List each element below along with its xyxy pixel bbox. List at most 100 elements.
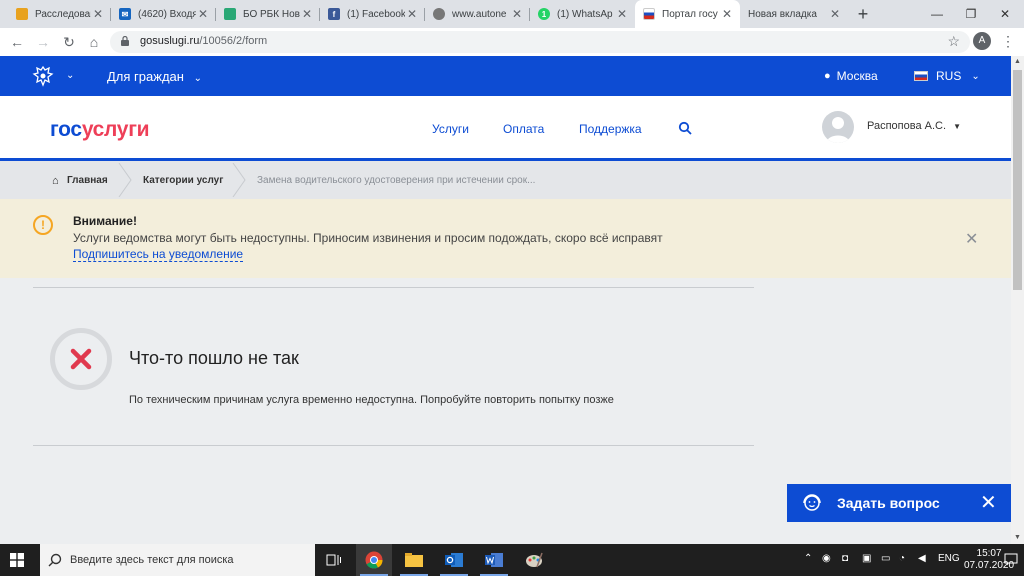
- divider: [33, 445, 754, 446]
- address-bar[interactable]: gosuslugi.ru/10056/2/form ☆: [110, 31, 970, 53]
- site-header: госуслуги Услуги Оплата Поддержка Распоп…: [0, 96, 1011, 161]
- coat-of-arms-icon[interactable]: [32, 65, 54, 87]
- url-text: gosuslugi.ru/10056/2/form: [140, 35, 267, 47]
- tray-battery-icon[interactable]: ▭: [881, 553, 890, 564]
- tab-close-icon[interactable]: ✕: [300, 7, 314, 21]
- home-icon[interactable]: ⌂: [84, 32, 104, 52]
- tab-close-icon[interactable]: ✕: [405, 7, 419, 21]
- tab-title: Новая вкладка: [748, 8, 817, 20]
- tab-title: Расследован: [35, 8, 91, 20]
- browser-tab[interactable]: ✉ (4620) Входя ✕: [111, 0, 216, 28]
- mail-favicon-icon: ✉: [119, 8, 131, 20]
- breadcrumb-home[interactable]: Главная: [67, 175, 108, 186]
- windows-taskbar: Введите здесь текст для поиска ⌃ ◉ ◘ ▣ ▭…: [0, 544, 1024, 576]
- user-menu[interactable]: Распопова А.С. ▼: [867, 120, 961, 132]
- taskbar-search[interactable]: Введите здесь текст для поиска: [40, 544, 315, 576]
- gosuslugi-logo[interactable]: госуслуги: [50, 118, 150, 142]
- url-path: /10056/2/form: [199, 35, 268, 47]
- user-avatar[interactable]: [822, 111, 854, 143]
- tab-close-icon[interactable]: ✕: [91, 7, 105, 21]
- ask-question-widget[interactable]: Задать вопрос ✕: [787, 484, 1011, 522]
- paint-icon[interactable]: [516, 544, 552, 576]
- caret-down-icon: ▼: [953, 122, 962, 131]
- search-icon: [48, 553, 62, 567]
- page-scrollbar[interactable]: ▲ ▼: [1011, 56, 1024, 544]
- city-selector[interactable]: ● Москва: [824, 69, 878, 83]
- tray-chevron-up-icon[interactable]: ⌃: [804, 553, 812, 564]
- reload-icon[interactable]: ↻: [59, 32, 79, 52]
- username-label: Распопова А.С.: [867, 120, 947, 132]
- bookmark-star-icon[interactable]: ☆: [947, 33, 960, 50]
- scroll-thumb[interactable]: [1013, 70, 1022, 290]
- minimize-icon[interactable]: —: [920, 0, 954, 28]
- menu-kebab-icon[interactable]: ⋮: [1001, 32, 1015, 52]
- warning-alert: ! Внимание! Услуги ведомства могут быть …: [0, 199, 1011, 278]
- divider: [33, 287, 754, 288]
- tray-volume-icon[interactable]: ◀: [918, 553, 926, 564]
- input-language[interactable]: ENG: [938, 553, 960, 564]
- error-title: Что-то пошло не так: [129, 348, 299, 368]
- russia-flag-favicon-icon: [643, 8, 655, 20]
- tab-title: Портал госу: [662, 8, 718, 20]
- taskbar-search-placeholder: Введите здесь текст для поиска: [70, 554, 234, 566]
- back-arrow-icon[interactable]: ←: [7, 32, 27, 52]
- subscribe-link[interactable]: Подпишитесь на уведомление: [73, 247, 244, 262]
- search-icon[interactable]: [678, 121, 692, 135]
- url-host: gosuslugi.ru: [140, 35, 200, 47]
- close-icon[interactable]: ✕: [980, 490, 997, 515]
- tab-close-icon[interactable]: ✕: [615, 7, 629, 21]
- profile-avatar[interactable]: A: [973, 32, 991, 50]
- browser-tab[interactable]: f (1) Facebook ✕: [320, 0, 425, 28]
- browser-toolbar: ← → ↻ ⌂ gosuslugi.ru/10056/2/form ☆: [0, 28, 1024, 56]
- breadcrumb-categories[interactable]: Категории услуг: [143, 175, 223, 186]
- windows-start-icon[interactable]: [10, 553, 24, 567]
- facebook-favicon-icon: f: [328, 8, 340, 20]
- menu-item-services[interactable]: Услуги: [432, 122, 469, 136]
- file-explorer-icon[interactable]: [396, 544, 432, 576]
- tab-title: (1) Facebook: [347, 8, 405, 20]
- tray-app-icon[interactable]: ◘: [842, 553, 848, 564]
- tray-app-icon[interactable]: ▣: [862, 553, 871, 564]
- scroll-up-arrow-icon[interactable]: ▲: [1011, 56, 1024, 68]
- breadcrumb-separator: [118, 163, 132, 197]
- close-icon[interactable]: ✕: [965, 229, 978, 249]
- forward-arrow-icon[interactable]: →: [33, 32, 53, 52]
- tab-close-icon[interactable]: ✕: [510, 7, 524, 21]
- close-window-icon[interactable]: ✕: [988, 0, 1022, 28]
- tray-skype-icon[interactable]: ◉: [822, 553, 831, 564]
- task-view-icon[interactable]: [316, 544, 352, 576]
- language-label: RUS: [936, 69, 962, 83]
- warning-icon: !: [33, 215, 53, 235]
- browser-tab[interactable]: 1 (1) WhatsAp ✕: [530, 0, 635, 28]
- globe-favicon-icon: [433, 8, 445, 20]
- browser-tab[interactable]: www.autone ✕: [425, 0, 530, 28]
- outlook-icon[interactable]: [436, 544, 472, 576]
- site-top-bar: ⌄ Для граждан ⌄ ● Москва RUS ⌄: [0, 56, 1011, 96]
- new-tab-button[interactable]: +: [852, 4, 874, 24]
- menu-item-payment[interactable]: Оплата: [503, 122, 544, 136]
- scroll-down-arrow-icon[interactable]: ▼: [1011, 532, 1024, 544]
- tab-close-icon[interactable]: ✕: [720, 7, 734, 21]
- error-cross-icon: [70, 348, 92, 370]
- restore-icon[interactable]: ❐: [954, 0, 988, 28]
- browser-tab[interactable]: Новая вкладка ✕: [740, 0, 848, 28]
- browser-tab[interactable]: Расследован ✕: [8, 0, 111, 28]
- tab-title: www.autone: [452, 8, 507, 20]
- location-pin-icon: ●: [824, 70, 831, 82]
- tab-close-icon[interactable]: ✕: [196, 7, 210, 21]
- word-icon[interactable]: [476, 544, 512, 576]
- notification-icon[interactable]: [1004, 552, 1018, 566]
- browser-tab-strip: Расследован ✕ ✉ (4620) Входя ✕ БО РБК Но…: [0, 0, 1024, 28]
- chevron-down-icon[interactable]: ⌄: [66, 70, 74, 81]
- language-selector[interactable]: RUS ⌄: [914, 69, 980, 83]
- breadcrumb-current: Замена водительского удостоверения при и…: [257, 175, 536, 186]
- chrome-app-icon[interactable]: [356, 544, 392, 576]
- browser-tab-active[interactable]: Портал госу ✕: [635, 0, 740, 28]
- browser-tab[interactable]: БО РБК Нов ✕: [216, 0, 320, 28]
- breadcrumb: ⌂ Главная Категории услуг Замена водител…: [0, 161, 1011, 199]
- menu-item-support[interactable]: Поддержка: [579, 122, 642, 136]
- citizens-dropdown[interactable]: Для граждан ⌄: [107, 69, 202, 84]
- tab-close-icon[interactable]: ✕: [828, 7, 842, 21]
- tray-network-icon[interactable]: ◔: [899, 553, 905, 564]
- user-silhouette-icon: [826, 117, 850, 143]
